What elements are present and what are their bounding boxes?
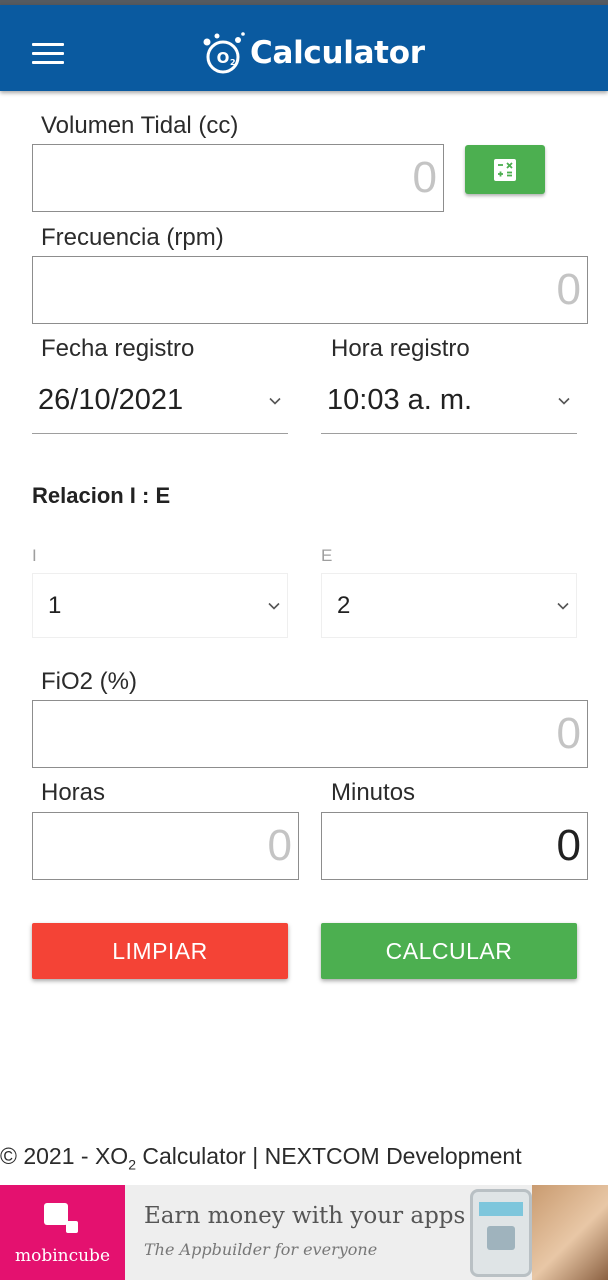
chevron-down-icon xyxy=(557,602,569,610)
minutes-field xyxy=(321,812,588,880)
calculate-button[interactable]: CALCULAR xyxy=(321,923,577,979)
footer-subscript: 2 xyxy=(128,1156,136,1173)
record-date-label: Fecha registro xyxy=(41,335,195,362)
frequency-input[interactable] xyxy=(33,257,587,323)
ad-headline: Earn money with your apps xyxy=(144,1203,466,1229)
app-brand: O 2 Calculator xyxy=(200,27,425,79)
hours-label: Horas xyxy=(41,779,106,806)
hamburger-menu-icon[interactable] xyxy=(30,39,66,65)
ad-phone-image xyxy=(470,1189,532,1277)
ad-brand-name: mobincube xyxy=(14,1246,111,1266)
record-date-value: 26/10/2021 xyxy=(38,384,184,416)
svg-text:O: O xyxy=(217,49,230,67)
fio2-field xyxy=(32,700,588,768)
chevron-down-icon xyxy=(269,397,281,405)
chevron-down-icon xyxy=(558,397,570,405)
calculator-icon xyxy=(494,158,516,181)
fio2-input[interactable] xyxy=(33,701,587,767)
record-time-label: Hora registro xyxy=(331,335,470,362)
clear-button[interactable]: LIMPIAR xyxy=(32,923,288,979)
i-label: I xyxy=(32,546,37,565)
minutes-label: Minutos xyxy=(331,779,416,806)
app-bar: O 2 Calculator xyxy=(0,5,608,91)
e-label: E xyxy=(321,546,333,565)
record-date-select[interactable]: 26/10/2021 xyxy=(32,368,288,434)
fio2-label: FiO2 (%) xyxy=(41,668,137,695)
ad-banner[interactable]: mobincube Earn money with your apps The … xyxy=(0,1185,608,1280)
app-title: Calculator xyxy=(250,35,425,71)
i-value-select[interactable]: 1 xyxy=(32,573,288,638)
footer-suffix: Calculator | NEXTCOM Development xyxy=(135,1143,522,1169)
hours-field xyxy=(32,812,299,880)
record-time-value: 10:03 a. m. xyxy=(327,384,473,416)
ie-ratio-title: Relacion I : E xyxy=(32,483,171,508)
chevron-down-icon xyxy=(268,602,280,610)
o2-bubble-logo-icon: O 2 xyxy=(200,30,246,76)
e-value-select[interactable]: 2 xyxy=(321,573,577,638)
ad-brand-block: mobincube xyxy=(0,1185,125,1280)
tidal-volume-label: Volumen Tidal (cc) xyxy=(41,112,239,139)
tidal-volume-input[interactable] xyxy=(33,145,443,211)
hours-input[interactable] xyxy=(33,813,298,879)
minutes-input[interactable] xyxy=(322,813,587,879)
frequency-field xyxy=(32,256,588,324)
record-time-select[interactable]: 10:03 a. m. xyxy=(321,368,577,434)
e-value: 2 xyxy=(337,591,351,619)
tidal-volume-field xyxy=(32,144,444,212)
ad-person-image xyxy=(532,1185,608,1280)
svg-text:2: 2 xyxy=(230,58,236,67)
i-value: 1 xyxy=(48,591,62,619)
footer-copyright: © 2021 - XO2 Calculator | NEXTCOM Develo… xyxy=(0,1143,522,1173)
frequency-label: Frecuencia (rpm) xyxy=(41,224,224,251)
ad-tagline: The Appbuilder for everyone xyxy=(144,1240,378,1259)
mobincube-logo-icon xyxy=(44,1203,78,1233)
footer-prefix: © 2021 - XO xyxy=(0,1143,129,1169)
calculator-button[interactable] xyxy=(465,145,545,194)
